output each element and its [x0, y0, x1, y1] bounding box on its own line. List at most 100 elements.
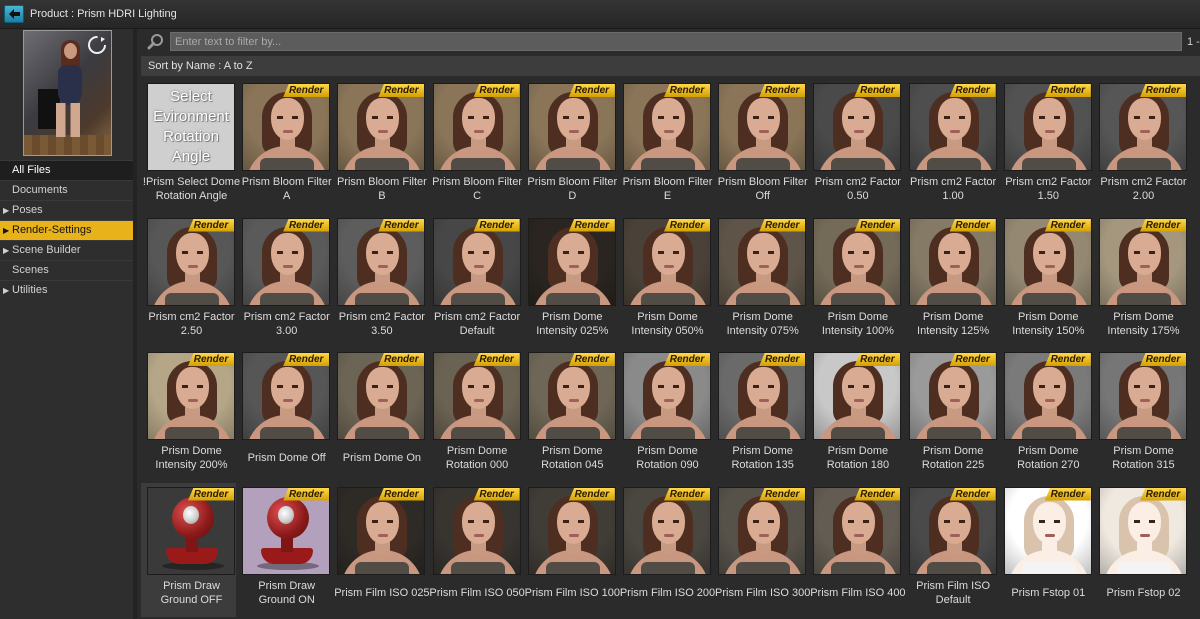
back-button[interactable] — [4, 5, 24, 23]
asset-tile[interactable]: Render Prism Film ISO 025 — [331, 483, 430, 617]
asset-tile[interactable]: Render Prism Dome Rotation 045 — [522, 348, 617, 482]
asset-thumbnail[interactable]: Render — [1003, 352, 1092, 440]
asset-thumbnail[interactable]: Render — [1099, 486, 1187, 575]
asset-thumbnail[interactable]: Render — [623, 352, 711, 440]
sort-bar[interactable]: Sort by Name : A to Z — [141, 56, 1200, 76]
asset-tile[interactable]: Render Prism Dome Intensity 075% — [712, 214, 807, 348]
asset-thumbnail[interactable]: Render — [337, 83, 426, 171]
asset-tile[interactable]: Render Prism cm2 Factor 1.00 — [903, 79, 998, 213]
sidebar-item-poses[interactable]: ▶ Poses — [0, 200, 133, 220]
asset-thumbnail[interactable]: Render — [527, 352, 616, 440]
asset-thumbnail[interactable]: Render — [527, 486, 616, 575]
asset-thumbnail[interactable]: Render — [718, 486, 807, 575]
sidebar-item-scenes[interactable]: Scenes — [0, 260, 133, 280]
asset-tile[interactable]: Render Prism cm2 Factor 3.00 — [236, 214, 331, 348]
asset-thumbnail[interactable]: Render — [432, 352, 521, 440]
asset-tile[interactable]: Render Prism Dome Intensity 100% — [807, 214, 902, 348]
asset-thumbnail[interactable]: Render — [147, 486, 235, 575]
filter-input[interactable] — [170, 32, 1182, 51]
asset-tile[interactable]: Render Prism Film ISO 050 — [427, 483, 525, 617]
asset-thumbnail[interactable]: Render — [718, 352, 807, 440]
asset-tile[interactable]: Render Prism Dome Intensity 175% — [1093, 214, 1188, 348]
asset-tile[interactable]: Render Prism Dome Intensity 125% — [903, 214, 998, 348]
asset-tile[interactable]: Render Prism Dome On — [331, 348, 426, 482]
asset-thumbnail[interactable]: Render — [242, 486, 331, 575]
asset-thumbnail[interactable]: Select Evironment Rotation Angle — [147, 83, 235, 171]
asset-thumbnail[interactable]: Render — [908, 217, 997, 306]
asset-thumbnail[interactable]: Render — [242, 352, 331, 440]
asset-thumbnail[interactable]: Render — [813, 217, 902, 306]
sidebar-item-all-files[interactable]: All Files — [0, 160, 133, 180]
asset-thumbnail[interactable]: Render — [623, 486, 711, 575]
expand-arrow-icon[interactable]: ▶ — [3, 281, 9, 300]
asset-tile[interactable]: Render Prism Fstop 02 — [1093, 483, 1188, 617]
asset-thumbnail[interactable]: Render — [432, 217, 521, 306]
asset-tile[interactable]: Render Prism cm2 Factor 1.50 — [998, 79, 1093, 213]
product-thumbnail[interactable] — [23, 30, 112, 156]
asset-tile[interactable]: Render Prism Fstop 01 — [998, 483, 1093, 617]
asset-thumbnail[interactable]: Render — [908, 486, 997, 575]
asset-tile[interactable]: Render Prism Bloom Filter A — [236, 79, 332, 213]
asset-tile[interactable]: Render Prism Film ISO 300 — [712, 483, 810, 617]
asset-thumbnail[interactable]: Render — [718, 83, 807, 171]
asset-tile[interactable]: Render Prism Dome Rotation 135 — [712, 348, 807, 482]
asset-tile[interactable]: Render Prism Dome Intensity 150% — [998, 214, 1093, 348]
asset-tile[interactable]: Select Evironment Rotation Angle !Prism Sele… — [141, 79, 240, 213]
asset-thumbnail[interactable]: Render — [908, 83, 997, 171]
asset-thumbnail[interactable]: Render — [1099, 217, 1187, 306]
asset-tile[interactable]: Render Prism Bloom Filter D — [522, 79, 617, 213]
asset-thumbnail[interactable]: Render — [527, 83, 616, 171]
sidebar-item-utilities[interactable]: ▶ Utilities — [0, 280, 133, 300]
asset-thumbnail[interactable]: Render — [1003, 486, 1092, 575]
asset-tile[interactable]: Render Prism Bloom Filter C — [427, 79, 522, 213]
refresh-icon[interactable] — [87, 35, 107, 55]
asset-tile[interactable]: Render Prism Draw Ground ON — [236, 483, 331, 617]
asset-tile[interactable]: Render Prism Dome Rotation 225 — [903, 348, 998, 482]
asset-tile[interactable]: Render Prism Dome Rotation 270 — [998, 348, 1093, 482]
sidebar-item-render-settings[interactable]: ▶ Render-Settings — [0, 220, 133, 240]
asset-tile[interactable]: Render Prism Bloom Filter Off — [712, 79, 808, 213]
asset-thumbnail[interactable]: Render — [1003, 217, 1092, 306]
asset-thumbnail[interactable]: Render — [718, 217, 807, 306]
asset-thumbnail[interactable]: Render — [813, 352, 902, 440]
expand-arrow-icon[interactable]: ▶ — [3, 201, 9, 220]
asset-tile[interactable]: Render Prism Film ISO 400 — [807, 483, 906, 617]
asset-tile[interactable]: Render Prism Film ISO 100 — [522, 483, 620, 617]
asset-thumbnail[interactable]: Render — [432, 83, 521, 171]
asset-tile[interactable]: Render Prism cm2 Factor 0.50 — [807, 79, 902, 213]
asset-thumbnail[interactable]: Render — [432, 486, 521, 575]
asset-thumbnail[interactable]: Render — [908, 352, 997, 440]
sidebar-item-scene-builder[interactable]: ▶ Scene Builder — [0, 240, 133, 260]
asset-thumbnail[interactable]: Render — [337, 217, 426, 306]
asset-tile[interactable]: Render Prism Dome Rotation 090 — [617, 348, 712, 482]
expand-arrow-icon[interactable]: ▶ — [3, 241, 9, 260]
asset-tile[interactable]: Render Prism Dome Intensity 025% — [522, 214, 617, 348]
asset-thumbnail[interactable]: Render — [813, 486, 902, 575]
asset-thumbnail[interactable]: Render — [1099, 83, 1187, 171]
asset-thumbnail[interactable]: Render — [623, 217, 711, 306]
asset-tile[interactable]: Render Prism cm2 Factor 3.50 — [331, 214, 426, 348]
asset-thumbnail[interactable]: Render — [1003, 83, 1092, 171]
asset-tile[interactable]: Render Prism cm2 Factor 2.50 — [141, 214, 236, 348]
asset-tile[interactable]: Render Prism cm2 Factor 2.00 — [1093, 79, 1188, 213]
asset-thumbnail[interactable]: Render — [147, 352, 235, 440]
asset-thumbnail[interactable]: Render — [527, 217, 616, 306]
asset-tile[interactable]: Render Prism Bloom Filter E — [617, 79, 712, 213]
asset-tile[interactable]: Render Prism Bloom Filter B — [331, 79, 427, 213]
asset-tile[interactable]: Render Prism Dome Intensity 200% — [141, 348, 236, 482]
asset-tile[interactable]: Render Prism Dome Intensity 050% — [617, 214, 712, 348]
asset-thumbnail[interactable]: Render — [1099, 352, 1187, 440]
asset-tile[interactable]: Render Prism Film ISO Default — [903, 483, 998, 617]
asset-tile[interactable]: Render Prism cm2 Factor Default — [427, 214, 522, 348]
asset-thumbnail[interactable]: Render — [813, 83, 902, 171]
asset-thumbnail[interactable]: Render — [623, 83, 711, 171]
asset-thumbnail[interactable]: Render — [337, 352, 426, 440]
asset-thumbnail[interactable]: Render — [242, 83, 331, 171]
asset-tile[interactable]: Render Prism Dome Rotation 315 — [1093, 348, 1188, 482]
asset-tile[interactable]: Render Prism Film ISO 200 — [617, 483, 715, 617]
asset-thumbnail[interactable]: Render — [337, 486, 426, 575]
expand-arrow-icon[interactable]: ▶ — [3, 221, 9, 240]
asset-thumbnail[interactable]: Render — [242, 217, 331, 306]
asset-tile[interactable]: Render Prism Draw Ground OFF — [141, 482, 236, 617]
asset-tile[interactable]: Render Prism Dome Rotation 000 — [427, 348, 522, 482]
